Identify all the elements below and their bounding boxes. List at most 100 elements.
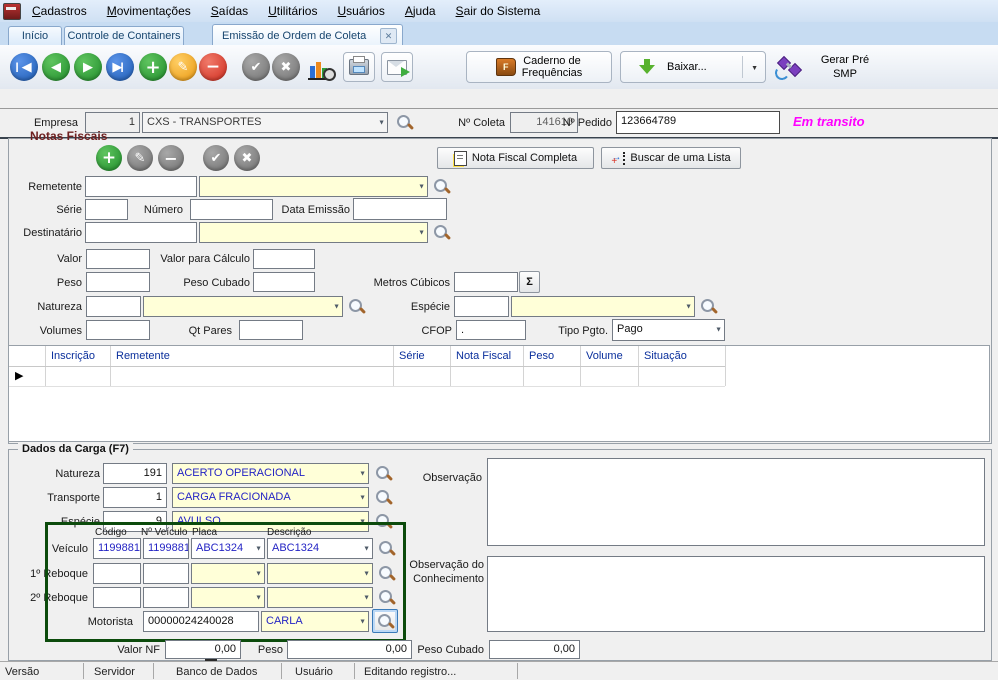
carga-natureza-search-icon[interactable]	[374, 464, 393, 483]
buscar-lista-button[interactable]: →+ Buscar de uma Lista	[601, 147, 741, 169]
observacao-textarea[interactable]	[487, 458, 985, 546]
nav-first-button[interactable]: ▎◀	[10, 53, 38, 81]
grid-col-volume[interactable]: Volume	[586, 350, 623, 362]
motorista-dropdown-icon[interactable]: ▼	[359, 618, 366, 625]
remetente-search-icon[interactable]	[432, 177, 451, 196]
carga-especie-search-icon[interactable]	[374, 512, 393, 531]
natureza-dropdown-icon[interactable]: ▼	[333, 303, 340, 310]
empresa-search-icon[interactable]	[395, 113, 414, 132]
print-button[interactable]	[343, 52, 375, 82]
natureza-search-icon[interactable]	[347, 297, 366, 316]
menu-sair[interactable]: Sair do Sistema	[446, 0, 551, 21]
tab-emissao-ordem-coleta[interactable]: Emissão de Ordem de Coleta ✕	[212, 24, 403, 46]
grid-col-situacao[interactable]: Situação	[644, 350, 687, 362]
destinatario-code-field[interactable]	[85, 222, 197, 243]
peso-cubado-field[interactable]	[253, 272, 315, 292]
carga-peso-cubado-field[interactable]: 0,00	[489, 640, 580, 659]
menu-saidas[interactable]: Saídas	[201, 0, 258, 21]
confirm-button[interactable]: ✔	[242, 53, 270, 81]
menu-cadastros[interactable]: Cadastros	[22, 0, 97, 21]
especie-search-icon[interactable]	[699, 297, 718, 316]
nf-confirm-button[interactable]: ✔	[203, 145, 229, 171]
valor-calculo-field[interactable]	[253, 249, 315, 269]
empresa-combo[interactable]: CXS - TRANSPORTES ▼	[142, 112, 388, 133]
especie-combo[interactable]: ▼	[511, 296, 695, 317]
tab-inicio[interactable]: Início	[8, 26, 62, 45]
chart-settings-button[interactable]	[308, 57, 336, 81]
caderno-frequencias-button[interactable]: F Caderno deFrequências	[466, 51, 612, 83]
grid-col-inscricao[interactable]: Inscrição	[51, 350, 95, 362]
nf-grid[interactable]: Inscrição Remetente Série Nota Fiscal Pe…	[8, 345, 990, 442]
reboque2-desc-combo[interactable]: ▼	[267, 587, 373, 608]
carga-transporte-combo[interactable]: CARGA FRACIONADA▼	[172, 487, 369, 508]
empresa-dropdown-icon[interactable]: ▼	[378, 119, 385, 126]
menu-utilitarios[interactable]: Utilitários	[258, 0, 327, 21]
serie-field[interactable]	[85, 199, 128, 220]
tipo-pgto-combo[interactable]: Pago▼	[612, 319, 725, 341]
nav-last-button[interactable]: ▶▎	[106, 53, 134, 81]
nf-edit-button[interactable]: ✎	[127, 145, 153, 171]
carga-natureza-code-field[interactable]: 191	[103, 463, 167, 484]
send-email-button[interactable]	[381, 52, 413, 82]
reboque1-placa-combo[interactable]: ▼	[191, 563, 265, 584]
metros-cubicos-field[interactable]	[454, 272, 518, 292]
destinatario-dropdown-icon[interactable]: ▼	[418, 229, 425, 236]
reboque1-num-field[interactable]	[143, 563, 189, 584]
nf-delete-button[interactable]: −	[158, 145, 184, 171]
tab-controle-containers[interactable]: Controle de Containers	[64, 26, 184, 45]
valor-nf-field[interactable]: 0,00	[165, 640, 241, 659]
reboque2-codigo-field[interactable]	[93, 587, 141, 608]
remetente-dropdown-icon[interactable]: ▼	[418, 183, 425, 190]
motorista-search-button[interactable]	[372, 609, 398, 633]
remetente-combo[interactable]: ▼	[199, 176, 428, 197]
tab-close-icon[interactable]: ✕	[380, 28, 397, 44]
veiculo-desc-dropdown-icon[interactable]: ▼	[363, 545, 370, 552]
nf-add-button[interactable]: +	[96, 145, 122, 171]
carga-especie-dropdown-icon[interactable]: ▼	[359, 518, 366, 525]
cfop-field[interactable]: .	[456, 320, 526, 340]
peso-field[interactable]	[86, 272, 150, 292]
reboque2-search-icon[interactable]	[377, 588, 396, 607]
gerar-pre-smp-button[interactable]: Gerar PréSMP	[772, 51, 892, 83]
grid-col-remetente[interactable]: Remetente	[116, 350, 170, 362]
nf-cancel-button[interactable]: ✖	[234, 145, 260, 171]
veiculo-search-icon[interactable]	[377, 539, 396, 558]
tipo-pgto-dropdown-icon[interactable]: ▼	[715, 327, 722, 334]
veiculo-codigo-field[interactable]: 11998810	[93, 538, 141, 559]
natureza-combo[interactable]: ▼	[143, 296, 343, 317]
menu-movimentacoes[interactable]: Movimentações	[97, 0, 201, 21]
veiculo-placa-dropdown-icon[interactable]: ▼	[255, 545, 262, 552]
carga-transporte-code-field[interactable]: 1	[103, 487, 167, 508]
reboque2-num-field[interactable]	[143, 587, 189, 608]
pedido-field[interactable]: 123664789	[616, 111, 780, 134]
motorista-codigo-field[interactable]: 00000024240028	[143, 611, 259, 632]
delete-record-button[interactable]: −	[199, 53, 227, 81]
reboque2-placa-combo[interactable]: ▼	[191, 587, 265, 608]
veiculo-num-field[interactable]: 11998810	[143, 538, 189, 559]
grid-col-nota-fiscal[interactable]: Nota Fiscal	[456, 350, 511, 362]
add-record-button[interactable]: +	[139, 53, 167, 81]
carga-natureza-combo[interactable]: ACERTO OPERACIONAL▼	[172, 463, 369, 484]
destinatario-search-icon[interactable]	[432, 223, 451, 242]
veiculo-desc-combo[interactable]: ABC1324▼	[267, 538, 373, 559]
grid-col-peso[interactable]: Peso	[529, 350, 554, 362]
remetente-code-field[interactable]	[85, 176, 197, 197]
reboque2-placa-dropdown-icon[interactable]: ▼	[255, 594, 262, 601]
nav-next-button[interactable]: ▶	[74, 53, 102, 81]
nota-fiscal-completa-button[interactable]: Nota Fiscal Completa	[437, 147, 594, 169]
carga-transporte-dropdown-icon[interactable]: ▼	[359, 494, 366, 501]
edit-record-button[interactable]: ✎	[169, 53, 197, 81]
obs-conhecimento-textarea[interactable]	[487, 556, 985, 632]
baixar-button[interactable]: Baixar... ▼	[620, 51, 766, 83]
menu-usuarios[interactable]: Usuários	[327, 0, 394, 21]
veiculo-placa-combo[interactable]: ABC1324▼	[191, 538, 265, 559]
carga-peso-field[interactable]: 0,00	[287, 640, 412, 659]
grid-col-serie[interactable]: Série	[399, 350, 425, 362]
reboque1-placa-dropdown-icon[interactable]: ▼	[255, 570, 262, 577]
motorista-combo[interactable]: CARLA▼	[261, 611, 369, 632]
cancel-button[interactable]: ✖	[272, 53, 300, 81]
sigma-button[interactable]: Σ	[519, 271, 540, 293]
nav-prev-button[interactable]: ◀	[42, 53, 70, 81]
volumes-field[interactable]	[86, 320, 150, 340]
numero-field[interactable]	[190, 199, 273, 220]
